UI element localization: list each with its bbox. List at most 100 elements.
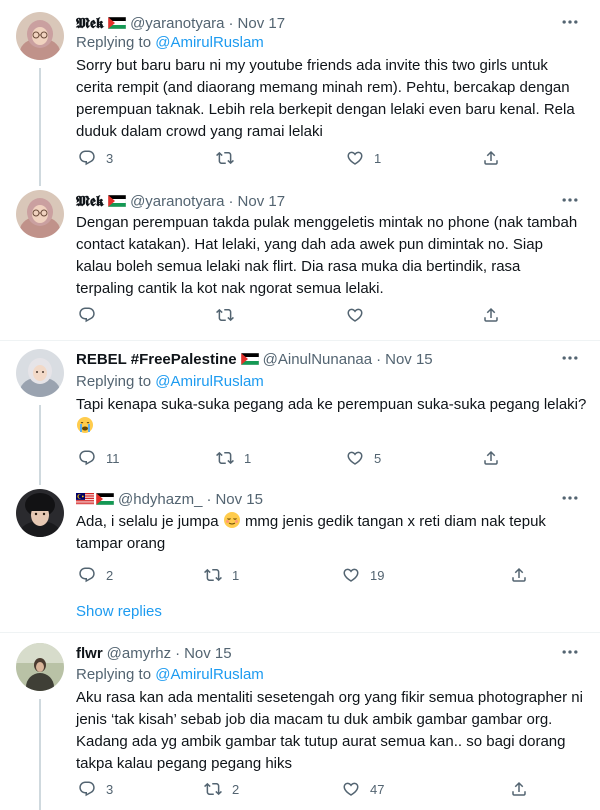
tweet-text-segment: mmg jenis gedik tangan x reti diam nak t… (244, 513, 546, 530)
reply-icon (78, 449, 96, 467)
replying-to: Replying to @AmirulRuslam (76, 34, 264, 51)
share-button[interactable] (482, 148, 500, 168)
like-button[interactable] (346, 305, 364, 325)
reply-button[interactable] (78, 305, 96, 325)
retweet-icon (216, 306, 234, 324)
like-button[interactable]: 19 (342, 565, 384, 585)
retweet-button[interactable] (216, 148, 244, 168)
tweet-text-line: Aku rasa kan ada mentaliti sesetengah or… (76, 689, 583, 706)
like-count: 47 (370, 781, 385, 797)
username-handle[interactable]: @amyrhz (107, 645, 171, 662)
show-replies-link[interactable]: Show replies (76, 603, 162, 620)
share-button[interactable] (510, 779, 528, 799)
replying-to-mention[interactable]: @AmirulRuslam (155, 373, 264, 390)
retweet-button[interactable]: 1 (204, 565, 239, 585)
reply-count: 3 (106, 150, 114, 166)
heart-icon (346, 149, 364, 167)
display-name[interactable]: 𝕸𝖊𝖐 (76, 15, 104, 32)
tweet-1[interactable]: 𝕸𝖊𝖐 @yaranotyara · Nov 17 Replying to @A… (0, 0, 600, 186)
username-handle[interactable]: @hdyhazm_ (118, 491, 202, 508)
tweet-text-line: perempuan taknak. Lebih rela berkepit de… (76, 101, 575, 118)
avatar[interactable] (16, 643, 64, 691)
reply-count: 2 (106, 567, 114, 583)
reply-button[interactable]: 2 (78, 565, 113, 585)
tweet-actions: 2 1 19 (76, 565, 516, 585)
display-name[interactable]: REBEL #FreePalestine (76, 351, 237, 368)
heart-icon (346, 449, 364, 467)
more-icon[interactable] (560, 12, 580, 32)
tweet-text-line: Kadang ada yg ambik gambar tak tutup aur… (76, 733, 566, 750)
like-count: 1 (374, 150, 382, 166)
reply-button[interactable]: 3 (78, 779, 113, 799)
retweet-button[interactable]: 1 (216, 448, 251, 468)
share-icon (482, 306, 500, 324)
tweet-date[interactable]: Nov 17 (238, 15, 286, 32)
tweet-header: REBEL #FreePalestine @AinulNunanaa · Nov… (76, 348, 433, 370)
tweet-actions: 11 1 5 (76, 448, 516, 468)
reply-icon (78, 149, 96, 167)
retweet-count: 2 (232, 781, 240, 797)
more-icon[interactable] (560, 190, 580, 210)
tweet-date[interactable]: Nov 17 (238, 193, 286, 210)
display-name[interactable]: 𝕸𝖊𝖐 (76, 193, 104, 210)
tweet-actions (76, 305, 516, 325)
tweet-5[interactable]: flwr @amyrhz · Nov 15 Replying to @Amiru… (0, 633, 600, 810)
tweet-text-line: Dengan perempuan takda pulak menggeletis… (76, 214, 578, 231)
replying-to-mention[interactable]: @AmirulRuslam (155, 666, 264, 683)
tweet-text-line: duduk dalam crowd yang ramai lelaki (76, 123, 323, 140)
separator-dot: · (206, 490, 212, 508)
replying-to: Replying to @AmirulRuslam (76, 666, 264, 683)
tweet-date[interactable]: Nov 15 (385, 351, 433, 368)
share-button[interactable] (510, 565, 528, 585)
avatar[interactable] (16, 190, 64, 238)
like-count: 19 (370, 567, 385, 583)
like-count: 5 (374, 450, 382, 466)
display-name[interactable]: flwr (76, 645, 103, 662)
share-icon (482, 149, 500, 167)
like-button[interactable]: 47 (342, 779, 384, 799)
replying-to-label: Replying to (76, 666, 152, 683)
tweet-header: flwr @amyrhz · Nov 15 (76, 642, 232, 664)
retweet-button[interactable] (216, 305, 234, 325)
tweet-text: Sorry but baru baru ni my youtube friend… (76, 55, 581, 143)
retweet-icon (204, 780, 222, 798)
share-icon (510, 566, 528, 584)
tweet-2[interactable]: 𝕸𝖊𝖐 @yaranotyara · Nov 17 Dengan perempu… (0, 188, 600, 338)
tweet-text-line: kalau boleh semua lelaki nak flirt. Dia … (76, 258, 521, 275)
reply-button[interactable]: 3 (78, 148, 113, 168)
share-button[interactable] (482, 448, 500, 468)
tweet-actions: 3 1 (76, 148, 516, 168)
tweet-text-line: cerita rempit (and diaorang memang minah… (76, 79, 570, 96)
tweet-date[interactable]: Nov 15 (215, 491, 263, 508)
tweet-text: Tapi kenapa suka-suka pegang ada ke pere… (76, 394, 587, 438)
avatar[interactable] (16, 349, 64, 397)
reply-count: 11 (106, 450, 120, 466)
avatar[interactable] (16, 489, 64, 537)
share-icon (482, 449, 500, 467)
avatar[interactable] (16, 12, 64, 60)
username-handle[interactable]: @yaranotyara (130, 193, 224, 210)
crying-face-emoji (76, 416, 581, 438)
replying-to-mention[interactable]: @AmirulRuslam (155, 34, 264, 51)
share-icon (510, 780, 528, 798)
tweet-text-line: contact katakan). Hat lelaki, yang dah a… (76, 236, 543, 253)
tweet-text-line: Tapi kenapa suka-suka pegang ada ke pere… (76, 396, 587, 413)
tweet-date[interactable]: Nov 15 (184, 645, 232, 662)
tweet-4[interactable]: @hdyhazm_ · Nov 15 Ada, i selalu je jump… (0, 485, 600, 595)
more-icon[interactable] (560, 348, 580, 368)
thread-connector-line (39, 405, 41, 485)
username-handle[interactable]: @AinulNunanaa (263, 351, 372, 368)
username-handle[interactable]: @yaranotyara (130, 15, 224, 32)
more-icon[interactable] (560, 488, 580, 508)
tweet-text: Dengan perempuan takda pulak menggeletis… (76, 212, 581, 300)
heart-icon (346, 306, 364, 324)
tweet-3[interactable]: REBEL #FreePalestine @AinulNunanaa · Nov… (0, 341, 600, 485)
retweet-count: 1 (244, 450, 252, 466)
like-button[interactable]: 1 (346, 148, 381, 168)
like-button[interactable]: 5 (346, 448, 381, 468)
reply-button[interactable]: 11 (78, 448, 120, 468)
more-icon[interactable] (560, 642, 580, 662)
retweet-button[interactable]: 2 (204, 779, 239, 799)
tweet-text: Ada, i selalu je jumpa mmg jenis gedik t… (76, 511, 581, 555)
share-button[interactable] (482, 305, 500, 325)
